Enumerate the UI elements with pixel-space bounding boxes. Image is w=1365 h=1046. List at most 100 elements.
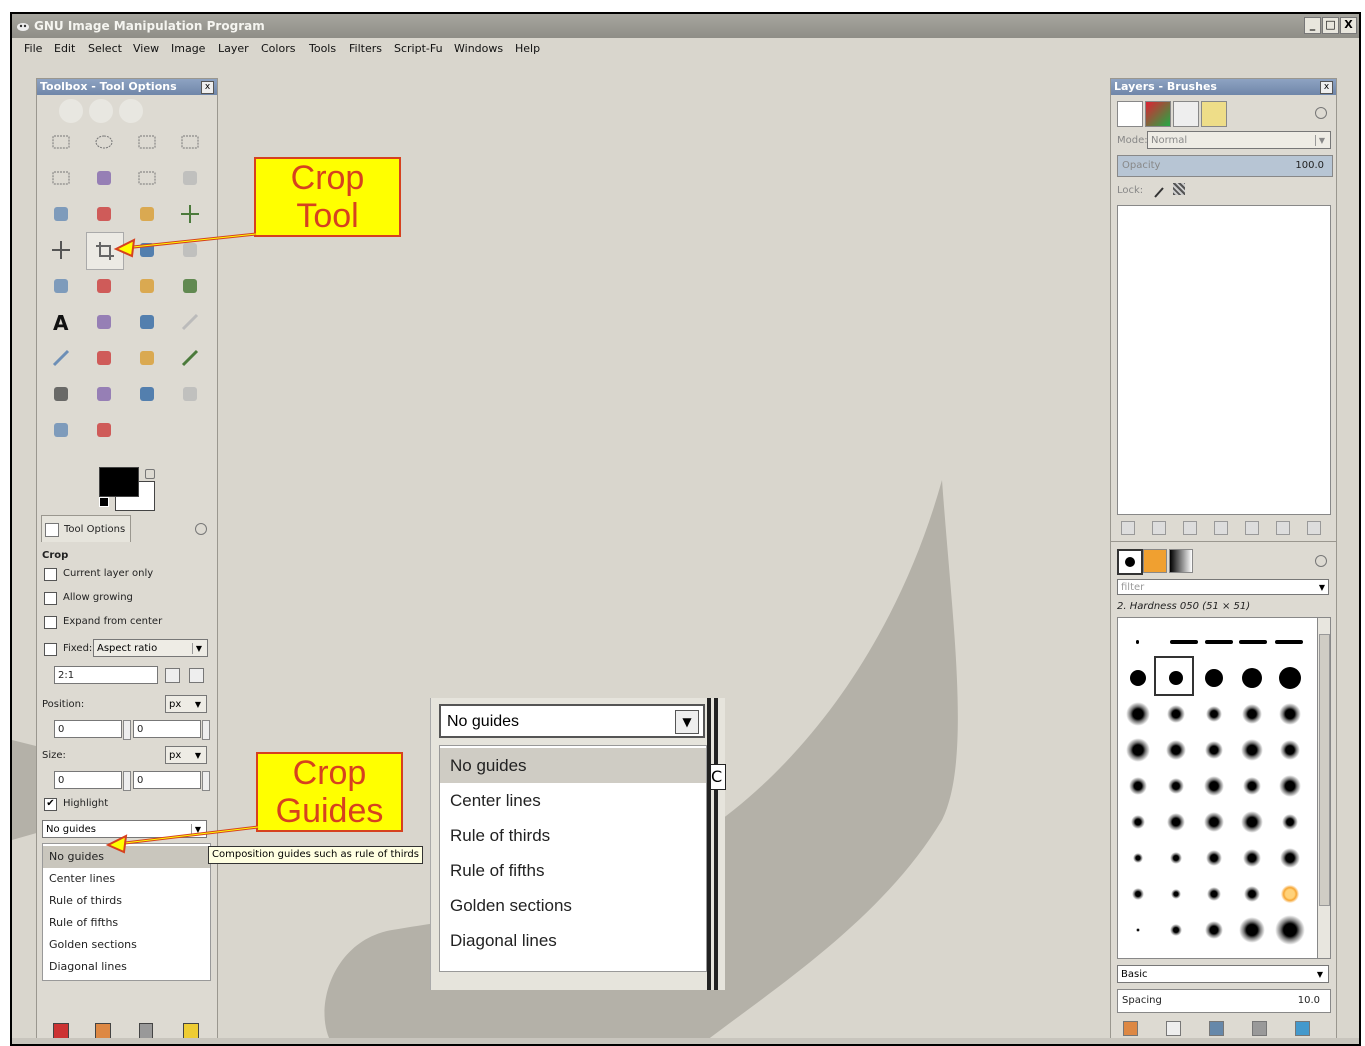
menu-help[interactable]: Help — [515, 42, 540, 55]
duplicate-layer-icon[interactable] — [1245, 521, 1259, 535]
toolbox-close-icon[interactable]: x — [201, 81, 214, 94]
brush-scrollbar[interactable] — [1317, 617, 1331, 959]
brush-thumbnail[interactable] — [1168, 778, 1184, 794]
swap-colors-icon[interactable] — [145, 469, 155, 479]
perspective-clone-tool-icon[interactable] — [129, 376, 165, 412]
ink-tool-icon[interactable] — [172, 340, 208, 376]
highlight-checkbox[interactable]: ✔ — [44, 798, 57, 811]
menu-select[interactable]: Select — [88, 42, 122, 55]
layers-list[interactable] — [1117, 205, 1331, 515]
menu-script-fu[interactable]: Script-Fu — [394, 42, 443, 55]
menu-edit[interactable]: Edit — [54, 42, 75, 55]
heal-spot-tool-icon[interactable] — [86, 376, 122, 412]
lock-pixels-icon[interactable] — [1153, 183, 1165, 198]
brush-thumbnail[interactable] — [1243, 849, 1261, 867]
lock-alpha-icon[interactable] — [1173, 183, 1185, 195]
reset-colors-icon[interactable] — [99, 497, 109, 507]
undo-tab-icon[interactable] — [1201, 101, 1227, 127]
zoomed-guides-option[interactable]: Rule of fifths — [440, 853, 706, 888]
brush-thumbnail[interactable] — [1170, 852, 1182, 864]
guides-option[interactable]: Rule of thirds — [43, 890, 210, 912]
zoomed-guides-option[interactable]: No guides — [440, 748, 706, 783]
zoomed-guides-dropdown[interactable]: No guides ▼ — [439, 704, 705, 738]
brush-thumbnail[interactable] — [1204, 776, 1224, 796]
fixed-checkbox[interactable] — [44, 643, 57, 656]
brush-thumbnail[interactable] — [1241, 739, 1263, 761]
new-brush-icon[interactable] — [1166, 1021, 1181, 1036]
brush-thumbnail[interactable] — [1279, 667, 1301, 689]
edit-brush-icon[interactable] — [1123, 1021, 1138, 1036]
perspective-tool-icon[interactable] — [86, 268, 122, 304]
allow-growing-checkbox[interactable] — [44, 592, 57, 605]
raise-layer-icon[interactable] — [1183, 521, 1197, 535]
position-y-input[interactable]: 0 — [133, 720, 201, 738]
size-width-spinner[interactable] — [123, 771, 131, 791]
close-button[interactable]: X — [1340, 17, 1357, 34]
brush-thumbnail[interactable] — [1207, 887, 1221, 901]
brush-thumbnail[interactable] — [1133, 853, 1143, 863]
brush-thumbnail[interactable] — [1206, 850, 1222, 866]
ratio-input[interactable]: 2:1 — [54, 666, 158, 684]
menu-colors[interactable]: Colors — [261, 42, 295, 55]
opacity-slider[interactable]: Opacity 100.0 — [1117, 155, 1333, 177]
ellipse-select-tool-icon[interactable] — [86, 124, 122, 160]
landscape-icon[interactable] — [189, 668, 204, 683]
zoomed-guides-option[interactable]: Rule of thirds — [440, 818, 706, 853]
spacing-slider[interactable]: Spacing 10.0 — [1117, 989, 1331, 1013]
guides-option[interactable]: Center lines — [43, 868, 210, 890]
anchor-layer-icon[interactable] — [1276, 521, 1290, 535]
menu-tools[interactable]: Tools — [309, 42, 336, 55]
foreground-color-swatch[interactable] — [99, 467, 139, 497]
scale-tool-icon[interactable] — [172, 232, 208, 268]
menu-file[interactable]: File — [24, 42, 42, 55]
minimize-button[interactable]: _ — [1304, 17, 1321, 34]
delete-brush-icon[interactable] — [1252, 1021, 1267, 1036]
brush-thumbnail[interactable] — [1275, 640, 1303, 644]
brush-thumbnail[interactable] — [1171, 889, 1181, 899]
new-layer-icon[interactable] — [1121, 521, 1135, 535]
align-tool-icon[interactable] — [43, 232, 79, 268]
fuzzy-select-tool-icon[interactable] — [172, 124, 208, 160]
brush-thumbnail[interactable] — [1239, 917, 1265, 943]
brush-thumbnail[interactable] — [1280, 740, 1300, 760]
guides-option[interactable]: Diagonal lines — [43, 956, 210, 978]
eraser-tool-icon[interactable] — [86, 340, 122, 376]
foreground-select-tool-icon[interactable] — [129, 160, 165, 196]
position-y-spinner[interactable] — [202, 720, 210, 740]
smudge-tool-icon[interactable] — [43, 412, 79, 448]
guides-option[interactable]: No guides — [43, 846, 210, 868]
brush-thumbnail[interactable] — [1167, 813, 1185, 831]
brush-thumbnail[interactable] — [1136, 928, 1140, 932]
shear-tool-icon[interactable] — [43, 268, 79, 304]
paths-tool-icon[interactable] — [172, 160, 208, 196]
channels-tab-icon[interactable] — [1145, 101, 1171, 127]
blend-tool-icon[interactable] — [129, 304, 165, 340]
guides-option[interactable]: Rule of fifths — [43, 912, 210, 934]
dock-close-icon[interactable]: x — [1320, 81, 1333, 94]
brush-thumbnail[interactable] — [1170, 640, 1198, 644]
reset-options-icon[interactable] — [183, 1023, 199, 1039]
position-unit-dropdown[interactable]: px ▼ — [165, 695, 207, 713]
brush-thumbnail[interactable] — [1279, 703, 1301, 725]
move-tool-icon[interactable] — [172, 196, 208, 232]
brush-thumbnail[interactable] — [1205, 669, 1223, 687]
tab-menu-icon[interactable] — [195, 523, 207, 535]
menu-image[interactable]: Image — [171, 42, 205, 55]
layers-tab-icon[interactable] — [1117, 101, 1143, 127]
tab-tool-options[interactable]: Tool Options — [41, 515, 131, 542]
current-layer-only-checkbox[interactable] — [44, 568, 57, 581]
pencil-tool-icon[interactable] — [172, 304, 208, 340]
brush-thumbnail[interactable] — [1126, 702, 1150, 726]
size-width-input[interactable]: 0 — [54, 771, 122, 789]
brush-thumbnail[interactable] — [1205, 741, 1223, 759]
new-group-icon[interactable] — [1152, 521, 1166, 535]
menu-windows[interactable]: Windows — [454, 42, 503, 55]
menu-layer[interactable]: Layer — [218, 42, 249, 55]
refresh-brushes-icon[interactable] — [1295, 1021, 1310, 1036]
brush-thumbnail[interactable] — [1205, 921, 1223, 939]
guides-dropdown[interactable]: No guides ▼ — [42, 820, 207, 838]
size-height-spinner[interactable] — [202, 771, 210, 791]
brush-thumbnail[interactable] — [1166, 740, 1186, 760]
brushes-tab-menu-icon[interactable] — [1315, 555, 1327, 567]
cage-tool-icon[interactable] — [172, 268, 208, 304]
